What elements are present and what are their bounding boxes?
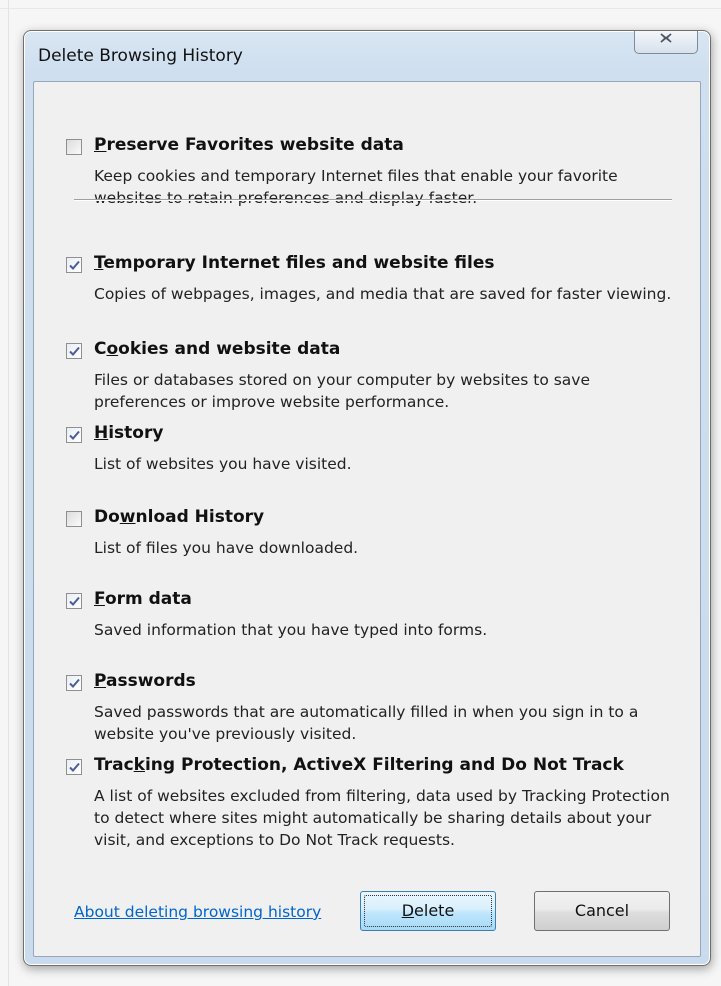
checkmark-icon [69,260,80,270]
option-description: Files or databases stored on your comput… [94,371,591,411]
delete-browsing-history-dialog: Delete Browsing History Preserve Favorit… [23,30,711,966]
option-description: List of websites you have visited. [94,455,352,473]
focus-ring [364,895,492,927]
separator [74,199,672,201]
download-history-checkbox[interactable] [66,511,82,527]
form-data-checkbox[interactable] [66,593,82,609]
preserve-favorites-checkbox[interactable] [66,139,82,155]
option-title: Cookies and website data [94,339,341,359]
checkmark-icon [69,762,80,772]
option-title: Form data [94,589,192,609]
option-description: Saved information that you have typed in… [94,621,488,639]
passwords-checkbox[interactable] [66,675,82,691]
checkmark-icon [69,678,80,688]
tracking-protection-checkbox[interactable] [66,759,82,775]
option-title: History [94,423,164,443]
option-description: List of files you have downloaded. [94,539,359,557]
option-title: Preserve Favorites website data [94,135,404,155]
delete-button[interactable]: Delete [360,891,496,931]
option-title: Temporary Internet files and website fil… [94,253,495,273]
cookies-checkbox[interactable] [66,343,82,359]
dialog-client-area: Preserve Favorites website data Keep coo… [33,81,701,957]
option-title: Passwords [94,671,196,691]
option-description: Copies of webpages, images, and media th… [94,285,672,303]
background-rule [0,8,721,9]
option-description: A list of websites excluded from filteri… [94,787,670,849]
history-checkbox[interactable] [66,427,82,443]
temp-files-checkbox[interactable] [66,257,82,273]
dialog-title: Delete Browsing History [38,46,243,66]
option-description: Saved passwords that are automatically f… [94,703,639,743]
checkmark-icon [69,346,80,356]
checkmark-icon [69,430,80,440]
option-title: Download History [94,507,265,527]
about-deleting-history-link[interactable]: About deleting browsing history [74,903,321,921]
close-button[interactable] [634,31,698,54]
background-rule [8,0,9,986]
close-icon [658,31,674,43]
option-title: Tracking Protection, ActiveX Filtering a… [94,755,624,775]
checkmark-icon [69,596,80,606]
cancel-button[interactable]: Cancel [534,891,670,931]
option-description: Keep cookies and temporary Internet file… [94,167,618,207]
